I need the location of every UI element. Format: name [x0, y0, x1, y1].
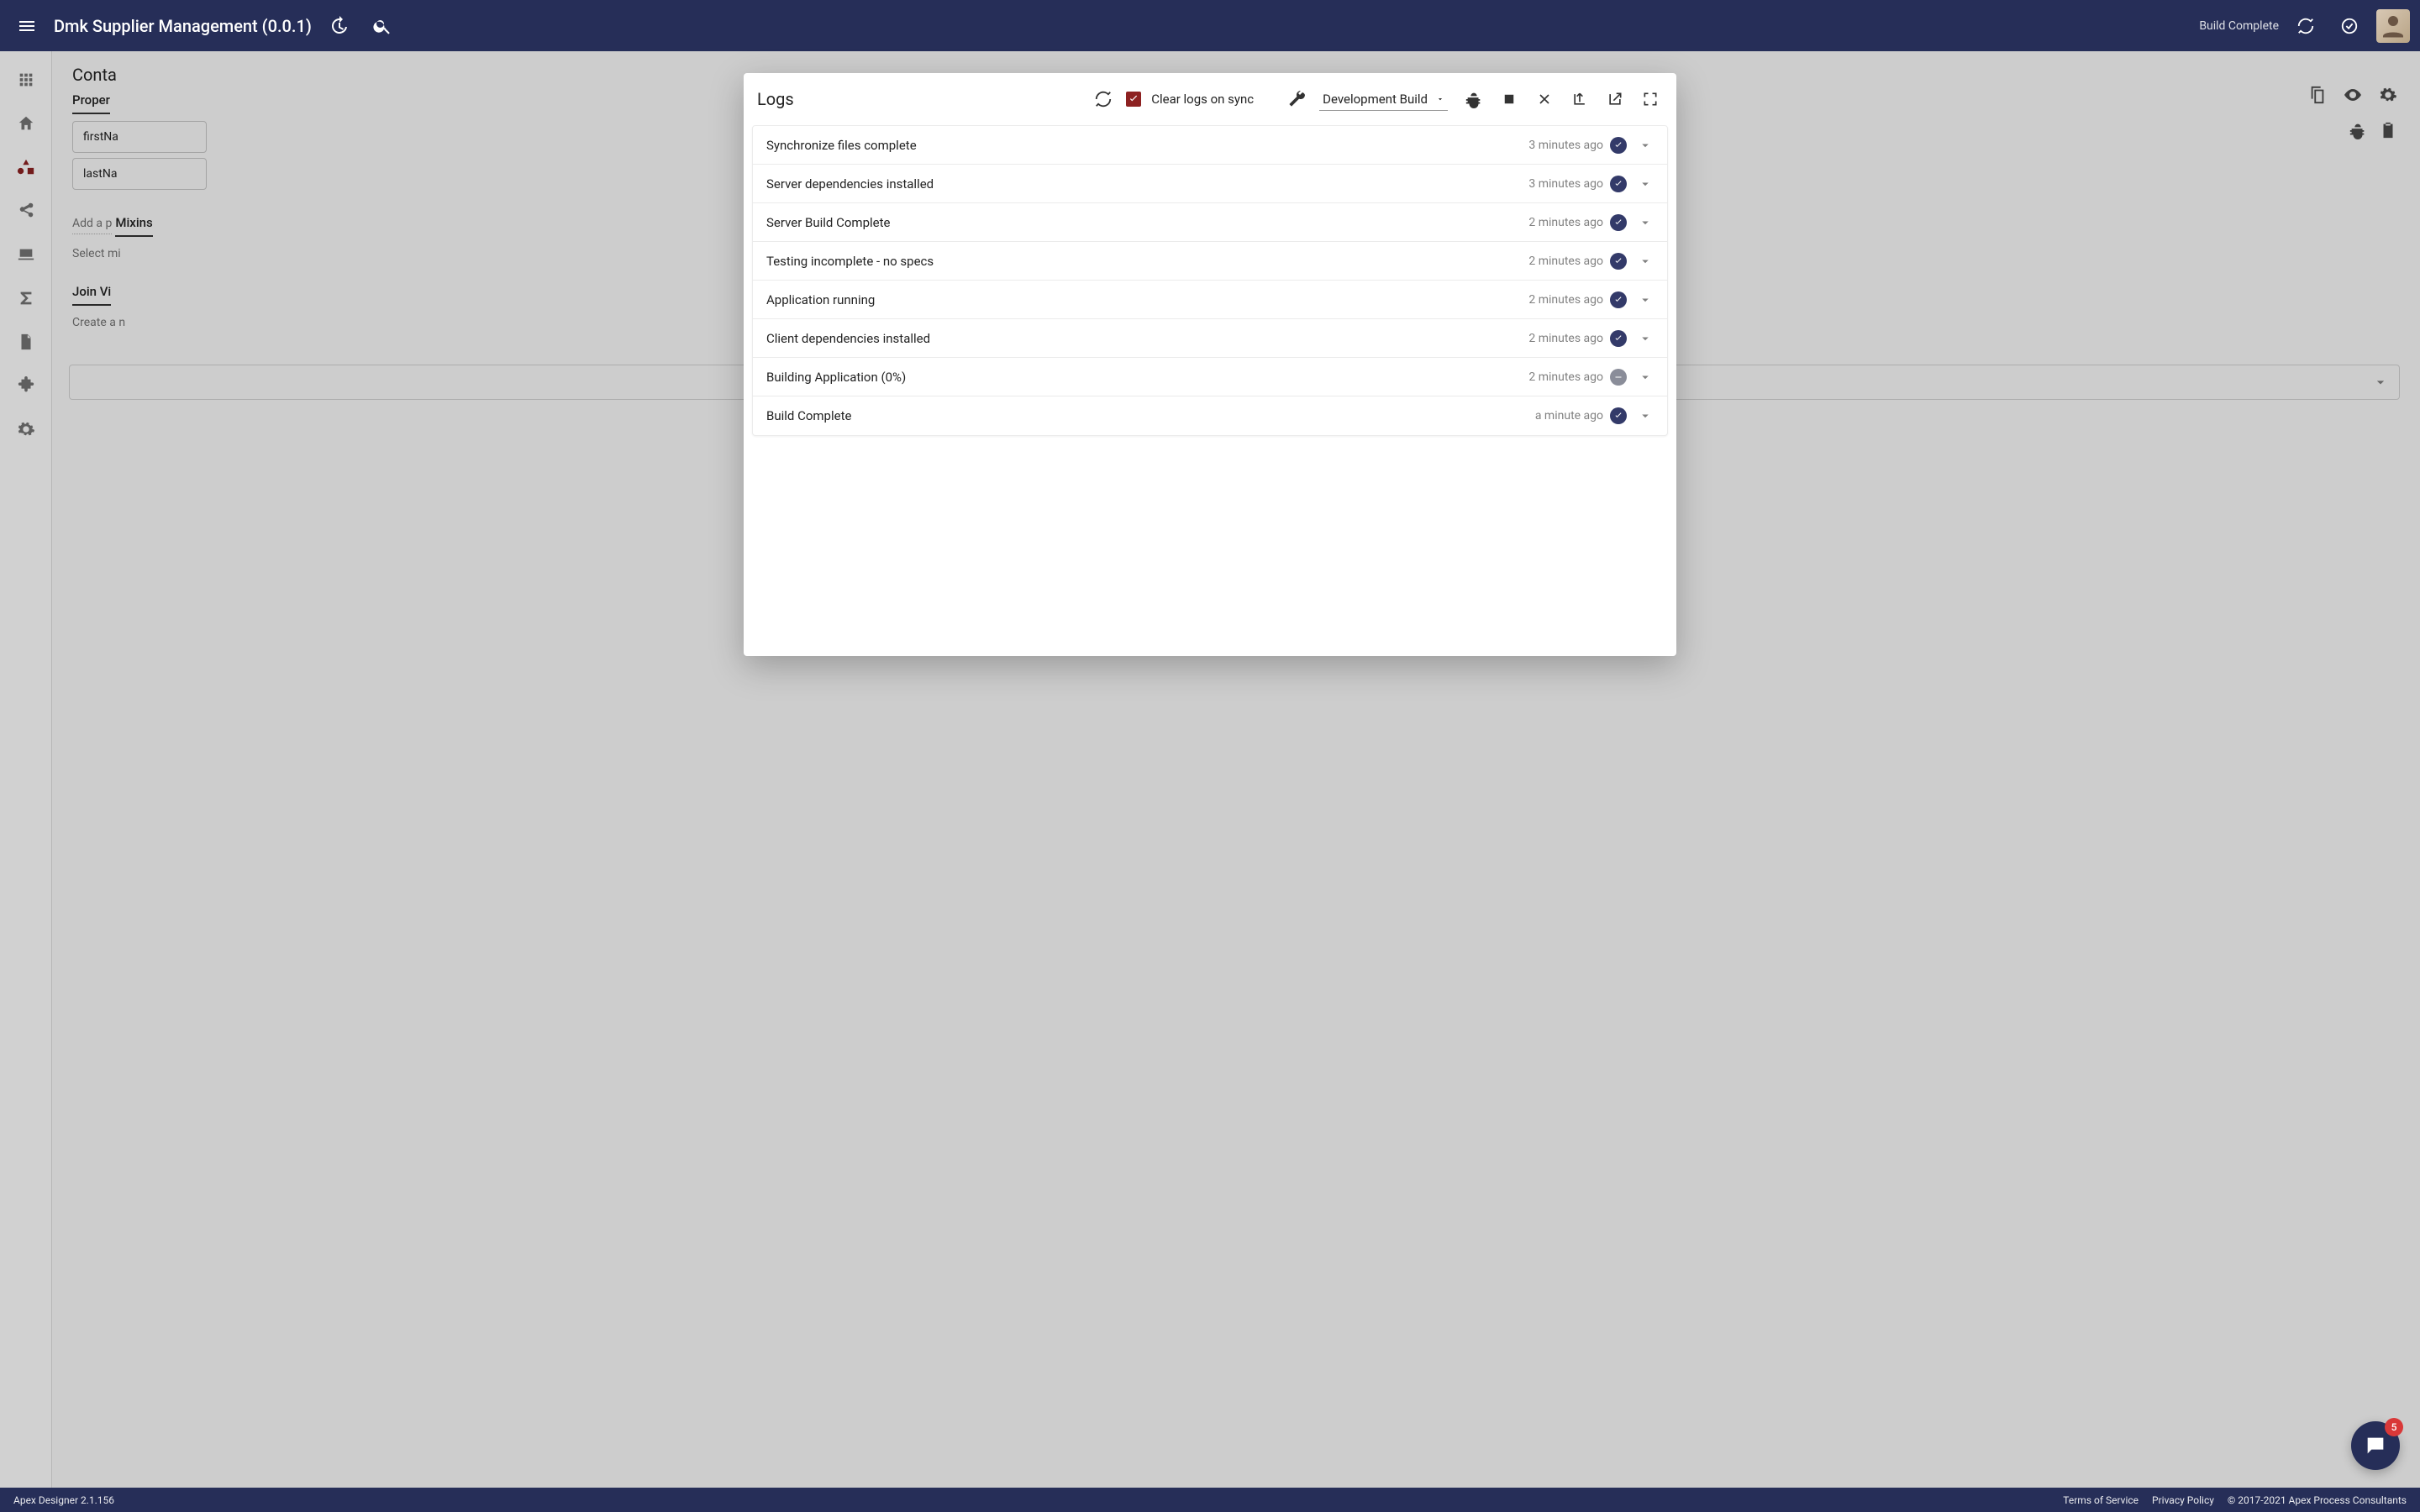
- chevron-down-icon: [1638, 331, 1653, 346]
- log-time: 2 minutes ago: [1528, 293, 1603, 307]
- log-item[interactable]: Application running2 minutes ago: [753, 281, 1667, 319]
- history-icon: [329, 16, 349, 36]
- log-expand-button[interactable]: [1637, 408, 1654, 423]
- export-icon: [1571, 91, 1588, 108]
- log-message: Client dependencies installed: [766, 331, 1528, 346]
- footer-tos-link[interactable]: Terms of Service: [2063, 1494, 2139, 1506]
- status-ok-icon: [1610, 291, 1627, 308]
- log-item[interactable]: Server dependencies installed3 minutes a…: [753, 165, 1667, 203]
- sync-button[interactable]: [2289, 9, 2323, 43]
- log-item[interactable]: Synchronize files complete3 minutes ago: [753, 126, 1667, 165]
- log-message: Server Build Complete: [766, 215, 1528, 230]
- log-message: Server dependencies installed: [766, 176, 1528, 192]
- clear-on-sync-label: Clear logs on sync: [1151, 92, 1254, 107]
- user-avatar[interactable]: [2376, 9, 2410, 43]
- log-time: a minute ago: [1535, 409, 1603, 423]
- logs-open-external-button[interactable]: [1602, 87, 1628, 112]
- avatar-icon: [2378, 11, 2408, 41]
- clear-on-sync-checkbox[interactable]: [1126, 92, 1141, 107]
- log-time: 3 minutes ago: [1528, 139, 1603, 152]
- logs-modal-body: Synchronize files complete3 minutes agoS…: [744, 125, 1676, 656]
- build-select-dropdown[interactable]: Development Build: [1319, 88, 1448, 111]
- modal-overlay[interactable]: Logs Clear logs on sync Development Buil…: [0, 51, 2420, 1488]
- status-ok-icon: [1610, 214, 1627, 231]
- search-icon: [372, 16, 392, 36]
- chevron-down-icon: [1638, 254, 1653, 269]
- chat-fab[interactable]: 5: [2351, 1421, 2400, 1470]
- log-message: Building Application (0%): [766, 370, 1528, 385]
- app-header: Dmk Supplier Management (0.0.1) Build Co…: [0, 0, 2420, 51]
- stop-icon: [1502, 92, 1517, 107]
- log-message: Application running: [766, 292, 1528, 307]
- log-item[interactable]: Server Build Complete2 minutes ago: [753, 203, 1667, 242]
- status-in-progress-icon: [1610, 369, 1627, 386]
- log-expand-button[interactable]: [1637, 292, 1654, 307]
- log-item[interactable]: Building Application (0%)2 minutes ago: [753, 358, 1667, 396]
- chevron-down-icon: [1638, 176, 1653, 192]
- app-footer: Apex Designer 2.1.156 Terms of Service P…: [0, 1488, 2420, 1512]
- log-expand-button[interactable]: [1637, 215, 1654, 230]
- logs-close-button[interactable]: [1532, 87, 1557, 112]
- footer-version: Apex Designer 2.1.156: [13, 1494, 114, 1506]
- sync-icon: [2296, 17, 2315, 35]
- logs-modal-header: Logs Clear logs on sync Development Buil…: [744, 73, 1676, 125]
- log-expand-button[interactable]: [1637, 176, 1654, 192]
- log-time: 2 minutes ago: [1528, 332, 1603, 345]
- logs-modal: Logs Clear logs on sync Development Buil…: [744, 73, 1676, 656]
- logs-fullscreen-button[interactable]: [1638, 87, 1663, 112]
- logs-export-button[interactable]: [1567, 87, 1592, 112]
- log-item[interactable]: Testing incomplete - no specs2 minutes a…: [753, 242, 1667, 281]
- open-external-icon: [1607, 91, 1623, 108]
- fullscreen-icon: [1642, 91, 1659, 108]
- check-circle-icon: [2340, 17, 2359, 35]
- status-ok-icon: [1610, 176, 1627, 192]
- sync-icon: [1094, 90, 1113, 108]
- log-time: 3 minutes ago: [1528, 177, 1603, 191]
- search-button[interactable]: [366, 9, 399, 43]
- log-message: Synchronize files complete: [766, 138, 1528, 153]
- log-message: Testing incomplete - no specs: [766, 254, 1528, 269]
- logs-title: Logs: [757, 89, 794, 109]
- status-ok-icon: [1610, 137, 1627, 154]
- chat-icon: [2364, 1434, 2387, 1457]
- footer-privacy-link[interactable]: Privacy Policy: [2152, 1494, 2214, 1506]
- chevron-down-icon: [1638, 370, 1653, 385]
- history-button[interactable]: [322, 9, 355, 43]
- check-button[interactable]: [2333, 9, 2366, 43]
- close-icon: [1536, 91, 1553, 108]
- log-time: 2 minutes ago: [1528, 255, 1603, 268]
- log-list: Synchronize files complete3 minutes agoS…: [752, 125, 1668, 436]
- caret-down-icon: [1436, 95, 1444, 103]
- build-select-value: Development Build: [1323, 92, 1428, 107]
- hamburger-icon: [17, 16, 37, 36]
- log-item[interactable]: Build Completea minute ago: [753, 396, 1667, 435]
- menu-button[interactable]: [10, 9, 44, 43]
- log-expand-button[interactable]: [1637, 138, 1654, 153]
- log-expand-button[interactable]: [1637, 370, 1654, 385]
- logs-sync-button[interactable]: [1091, 87, 1116, 112]
- check-icon: [1128, 93, 1139, 105]
- log-item[interactable]: Client dependencies installed2 minutes a…: [753, 319, 1667, 358]
- wrench-icon: [1286, 89, 1307, 109]
- log-time: 2 minutes ago: [1528, 370, 1603, 384]
- bug-icon: [1465, 90, 1483, 108]
- app-title: Dmk Supplier Management (0.0.1): [54, 16, 312, 36]
- chevron-down-icon: [1638, 215, 1653, 230]
- logs-stop-button[interactable]: [1497, 87, 1522, 112]
- log-time: 2 minutes ago: [1528, 216, 1603, 229]
- chevron-down-icon: [1638, 138, 1653, 153]
- status-ok-icon: [1610, 330, 1627, 347]
- build-tool-icon[interactable]: [1284, 87, 1309, 112]
- status-ok-icon: [1610, 253, 1627, 270]
- chevron-down-icon: [1638, 292, 1653, 307]
- chat-badge: 5: [2385, 1418, 2403, 1436]
- status-ok-icon: [1610, 407, 1627, 424]
- logs-debug-button[interactable]: [1461, 87, 1486, 112]
- log-expand-button[interactable]: [1637, 331, 1654, 346]
- build-status-text: Build Complete: [2199, 19, 2279, 33]
- footer-copyright: © 2017-2021 Apex Process Consultants: [2228, 1494, 2407, 1506]
- log-expand-button[interactable]: [1637, 254, 1654, 269]
- log-message: Build Complete: [766, 408, 1535, 423]
- chevron-down-icon: [1638, 408, 1653, 423]
